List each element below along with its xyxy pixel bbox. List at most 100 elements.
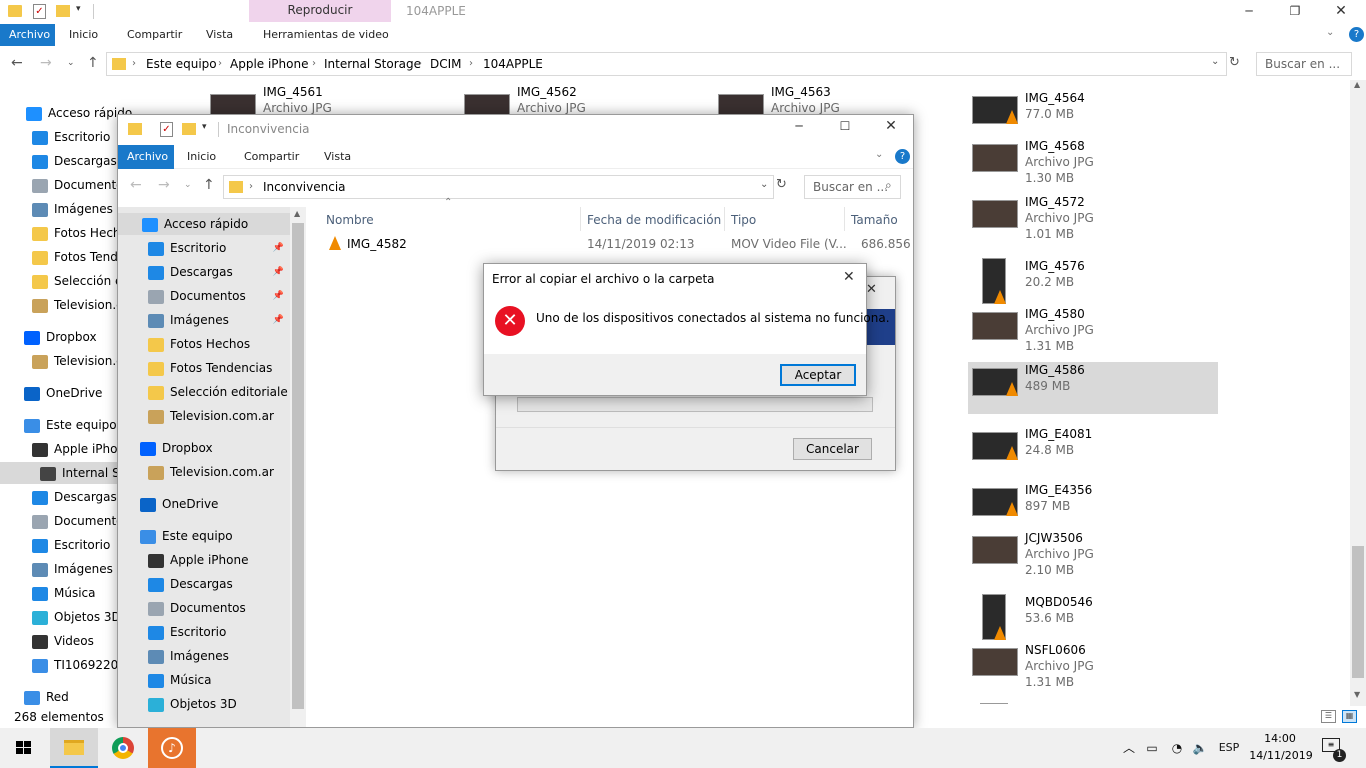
nav-item[interactable]: Música: [148, 669, 288, 691]
chrome-taskbar-button[interactable]: [99, 728, 147, 768]
nav-item[interactable]: Apple iPhone: [148, 549, 288, 571]
file-item[interactable]: IMG_4572 Archivo JPG 1.01 MB: [968, 194, 1218, 244]
breadcrumb-104apple[interactable]: 104APPLE: [483, 53, 543, 75]
maximize-button[interactable]: ☐: [832, 119, 858, 133]
column-header-tipo[interactable]: Tipo: [731, 209, 756, 231]
scroll-thumb[interactable]: [292, 223, 304, 709]
large-icons-view-icon[interactable]: ▦: [1342, 710, 1357, 723]
search-input[interactable]: Buscar en ...: [813, 180, 888, 194]
file-explorer-taskbar-button[interactable]: [50, 728, 98, 768]
nav-item[interactable]: Acceso rápido: [118, 213, 290, 235]
file-item[interactable]: IMG_4586 489 MB: [968, 362, 1218, 414]
language-indicator[interactable]: ESP: [1214, 728, 1244, 768]
new-folder-icon[interactable]: [56, 5, 70, 17]
file-item[interactable]: MQBD0546 53.6 MB: [968, 594, 1218, 644]
forward-arrow-icon[interactable]: →: [158, 173, 170, 197]
address-bar[interactable]: › Este equipo › Apple iPhone › Internal …: [106, 52, 1227, 76]
nav-item[interactable]: Imágenes 📌: [148, 309, 288, 331]
minimize-button[interactable]: ─: [1236, 0, 1262, 22]
forward-arrow-icon[interactable]: →: [40, 51, 52, 75]
address-dropdown-icon[interactable]: ⌄: [1211, 56, 1219, 67]
nav-item[interactable]: Objetos 3D: [148, 693, 288, 715]
file-item[interactable]: IMG_E4356 897 MB: [968, 482, 1218, 532]
quick-access-dropdown-icon[interactable]: ▾: [202, 122, 207, 132]
file-item[interactable]: IMG_4564 77.0 MB: [968, 90, 1218, 140]
file-item[interactable]: IMG_E4081 24.8 MB: [968, 426, 1218, 476]
properties-icon[interactable]: ✓: [33, 4, 46, 19]
nav-item[interactable]: Selección editoriales A: [148, 381, 288, 403]
up-arrow-icon[interactable]: ↑: [87, 51, 99, 75]
address-dropdown-icon[interactable]: ⌄: [760, 179, 768, 190]
file-item[interactable]: IMG_4580 Archivo JPG 1.31 MB: [968, 306, 1218, 356]
nav-item[interactable]: Documentos: [148, 597, 288, 619]
start-button[interactable]: [0, 728, 48, 768]
itunes-taskbar-button[interactable]: ♪: [148, 728, 196, 768]
clock-time[interactable]: 14:00: [1250, 732, 1310, 745]
nav-item[interactable]: Descargas 📌: [148, 261, 288, 283]
file-item[interactable]: IMG_4568 Archivo JPG 1.30 MB: [968, 138, 1218, 188]
nav-item[interactable]: Imágenes: [148, 645, 288, 667]
close-button[interactable]: ✕: [1328, 0, 1354, 22]
nav-item[interactable]: Escritorio 📌: [148, 237, 288, 259]
nav-item[interactable]: Television.com.ar: [148, 405, 288, 427]
volume-icon[interactable]: 🔈: [1190, 728, 1210, 768]
breadcrumb-inconvivencia[interactable]: Inconvivencia: [263, 176, 346, 198]
up-arrow-icon[interactable]: ↑: [203, 173, 215, 197]
breadcrumb-apple-iphone[interactable]: Apple iPhone: [230, 53, 308, 75]
tab-archivo[interactable]: Archivo: [118, 145, 174, 169]
breadcrumb-este-equipo[interactable]: Este equipo: [146, 53, 217, 75]
address-bar[interactable]: › Inconvivencia ⌄: [223, 175, 774, 199]
scroll-down-icon[interactable]: ▼: [1354, 690, 1360, 699]
search-icon[interactable]: ⌕: [885, 178, 892, 193]
tab-herramientas-video[interactable]: Herramientas de video: [254, 24, 398, 46]
pin-icon[interactable]: 📌: [273, 309, 284, 331]
file-item[interactable]: NSFL0606 Archivo JPG 1.31 MB: [968, 642, 1218, 692]
nav-item[interactable]: Dropbox: [140, 437, 288, 459]
nav-item[interactable]: Documentos 📌: [148, 285, 288, 307]
tab-inicio[interactable]: Inicio: [60, 24, 107, 46]
nav-scrollbar[interactable]: ▲: [290, 207, 306, 727]
close-button[interactable]: ✕: [843, 269, 855, 285]
nav-item[interactable]: OneDrive: [140, 493, 288, 515]
recent-locations-icon[interactable]: ⌄: [67, 51, 75, 75]
search-box[interactable]: Buscar en ...: [1256, 52, 1352, 76]
column-separator[interactable]: [844, 207, 845, 231]
refresh-icon[interactable]: ↻: [776, 173, 787, 197]
show-hidden-icons-icon[interactable]: ︿: [1119, 728, 1139, 768]
file-item[interactable]: JCJW3506 Archivo JPG 2.10 MB: [968, 530, 1218, 580]
nav-item[interactable]: Este equipo: [140, 525, 288, 547]
ok-button[interactable]: Aceptar: [780, 364, 856, 386]
expand-ribbon-icon[interactable]: ⌄: [875, 149, 883, 160]
table-row[interactable]: IMG_4582 14/11/2019 02:13 MOV Video File…: [318, 233, 913, 255]
main-scrollbar[interactable]: ▲ ▼: [1350, 80, 1366, 706]
pin-icon[interactable]: 📌: [273, 285, 284, 307]
breadcrumb-dcim[interactable]: DCIM: [430, 53, 462, 75]
file-item[interactable]: IMG_4576 20.2 MB: [968, 258, 1218, 308]
quick-access-dropdown-icon[interactable]: ▾: [76, 4, 81, 14]
breadcrumb-internal-storage[interactable]: Internal Storage: [324, 53, 421, 75]
nav-item[interactable]: Fotos Hechos: [148, 333, 288, 355]
back-arrow-icon[interactable]: ←: [130, 173, 142, 197]
search-box[interactable]: Buscar en ... ⌕: [804, 175, 901, 199]
expand-ribbon-icon[interactable]: ⌄: [1326, 27, 1334, 38]
cancel-button[interactable]: Cancelar: [793, 438, 872, 460]
tab-vista[interactable]: Vista: [315, 145, 360, 167]
scroll-thumb[interactable]: [1352, 546, 1364, 678]
column-separator[interactable]: [724, 207, 725, 231]
nav-item[interactable]: Television.com.ar: [148, 461, 288, 483]
nav-item[interactable]: Descargas: [148, 573, 288, 595]
scroll-up-icon[interactable]: ▲: [294, 209, 300, 218]
back-arrow-icon[interactable]: ←: [11, 51, 23, 75]
help-icon[interactable]: ?: [895, 149, 910, 164]
tab-compartir[interactable]: Compartir: [118, 24, 191, 46]
tab-archivo[interactable]: Archivo: [0, 24, 55, 46]
scroll-up-icon[interactable]: ▲: [1354, 80, 1360, 89]
restore-button[interactable]: ❐: [1282, 0, 1308, 22]
help-icon[interactable]: ?: [1349, 27, 1364, 42]
column-header-tamano[interactable]: Tamaño: [851, 209, 898, 231]
clock-date[interactable]: 14/11/2019: [1248, 749, 1314, 762]
battery-icon[interactable]: ▭: [1142, 728, 1162, 768]
column-header-nombre[interactable]: Nombre: [326, 209, 374, 231]
nav-item[interactable]: Fotos Tendencias: [148, 357, 288, 379]
tab-inicio[interactable]: Inicio: [178, 145, 225, 167]
